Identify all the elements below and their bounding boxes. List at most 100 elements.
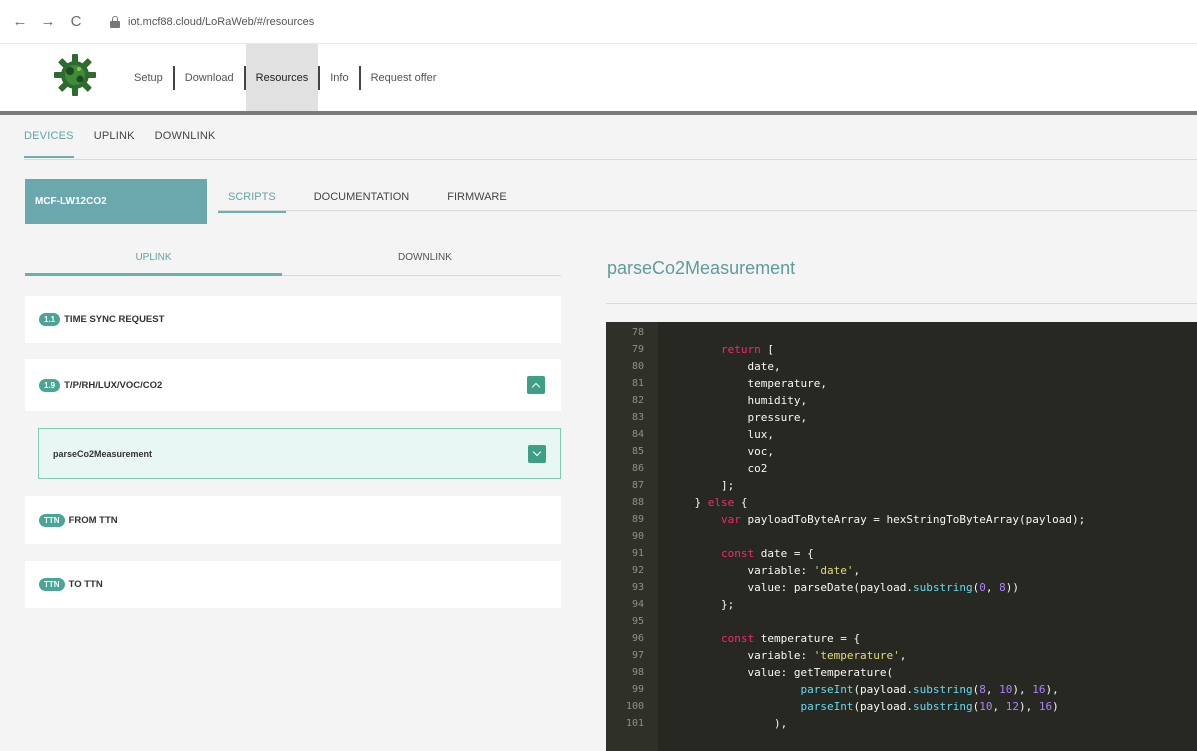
line-number: 99 (631, 684, 644, 695)
code-line: 95 (606, 613, 1197, 630)
code-text: parseInt(payload.substring(10, 12), 16) (800, 700, 1059, 713)
code-line: 88 } else { (606, 494, 1197, 511)
card-from-ttn[interactable]: TTN FROM TTN (25, 496, 561, 544)
card-label: parseCo2Measurement (53, 448, 153, 459)
code-line: 94 }; (606, 596, 1197, 613)
expand-button[interactable] (528, 444, 546, 463)
card-label: TIME SYNC REQUEST (64, 314, 165, 325)
line-number: 95 (631, 616, 644, 627)
line-number: 98 (631, 667, 644, 678)
line-number: 97 (631, 650, 644, 661)
line-number: 88 (631, 497, 644, 508)
code-text: voc, (668, 445, 774, 458)
chevron-up-icon (531, 382, 541, 391)
code-line: 92 variable: 'date', (606, 562, 1197, 579)
tab-devices[interactable]: DEVICES (24, 130, 74, 158)
version-badge: 1.9 (39, 378, 61, 392)
code-line: 87 ]; (606, 477, 1197, 494)
line-number: 93 (631, 582, 644, 593)
code-line: 101 ), (606, 715, 1197, 732)
code-text: var payloadToByteArray = hexStringToByte… (720, 513, 1086, 526)
code-line: 78 (606, 324, 1197, 341)
line-number: 81 (631, 378, 644, 389)
device-selector[interactable]: MCF-LW12CO2 (25, 179, 207, 224)
code-text: const temperature = { (720, 632, 861, 645)
collapse-button[interactable] (527, 376, 545, 394)
line-number: 96 (631, 633, 644, 644)
nav-resources[interactable]: Resources (245, 44, 319, 112)
code-text: ]; (668, 479, 735, 492)
nav-info[interactable]: Info (320, 44, 358, 112)
browser-toolbar: ← → C iot.mcf88.cloud/LoRaWeb/#/resource… (0, 0, 1197, 44)
tab-downlink[interactable]: DOWNLINK (155, 130, 216, 158)
line-number: 92 (631, 565, 644, 576)
card-label: T/P/RH/LUX/VOC/CO2 (64, 379, 163, 391)
address-bar[interactable]: iot.mcf88.cloud/LoRaWeb/#/resources (100, 6, 400, 37)
chevron-down-icon (532, 447, 542, 457)
code-text: return [ (720, 343, 774, 356)
tab-uplink[interactable]: UPLINK (94, 130, 135, 158)
nav-download[interactable]: Download (175, 44, 244, 112)
toggle-downlink[interactable]: DOWNLINK (290, 252, 560, 263)
line-number: 94 (631, 599, 644, 610)
code-line: 81 temperature, (606, 375, 1197, 392)
card-label: FROM TTN (68, 514, 118, 526)
code-line: 90 (606, 528, 1197, 545)
line-number: 87 (631, 480, 644, 491)
line-number: 89 (631, 514, 644, 525)
line-number: 91 (631, 548, 644, 559)
card-time-sync-request[interactable]: 1.1 TIME SYNC REQUEST (25, 296, 561, 343)
card-function[interactable]: parseCo2Measurement (38, 428, 561, 479)
sub-tabs-divider (218, 210, 1197, 211)
code-line: 79 return [ (606, 341, 1197, 358)
code-editor[interactable]: 78 79 return [80 date, 81 temperature, 82 h… (606, 322, 1197, 751)
code-text: temperature, (668, 377, 827, 390)
tabs-divider (24, 159, 1197, 160)
card-label: TO TTN (68, 579, 103, 590)
reload-icon[interactable]: C (66, 12, 86, 32)
gear-logo-icon[interactable] (52, 52, 98, 98)
code-line: 91 const date = { (606, 545, 1197, 562)
line-number: 101 (625, 718, 644, 729)
code-text: value: parseDate(payload.substring(0, 8)… (668, 581, 1020, 594)
top-tabs: DEVICES UPLINK DOWNLINK (24, 130, 236, 158)
code-text: value: getTemperature( (668, 666, 894, 679)
ttn-badge: TTN (39, 513, 65, 527)
code-text: }; (668, 598, 735, 611)
code-line: 100 parseInt(payload.substring(10, 12), … (606, 698, 1197, 715)
function-title: parseCo2Measurement (607, 258, 796, 278)
line-number: 79 (631, 344, 644, 355)
code-text: date, (668, 360, 781, 373)
code-line: 98 value: getTemperature( (606, 664, 1197, 681)
card-to-ttn[interactable]: TTN TO TTN (25, 561, 561, 608)
header-divider (0, 111, 1197, 115)
line-number: 80 (631, 361, 644, 372)
code-line: 82 humidity, (606, 392, 1197, 409)
nav-request-offer[interactable]: Request offer (361, 44, 447, 112)
line-number: 84 (631, 429, 644, 440)
main-nav: Setup Download Resources Info Request of… (124, 44, 446, 112)
forward-icon[interactable]: → (38, 12, 58, 32)
code-text: parseInt(payload.substring(8, 10), 16), (800, 683, 1059, 696)
code-text: const date = { (720, 547, 814, 560)
code-line: 80 date, (606, 358, 1197, 375)
line-number: 90 (631, 531, 644, 542)
line-number: 82 (631, 395, 644, 406)
code-line: 96 const temperature = { (606, 630, 1197, 647)
code-line: 93 value: parseDate(payload.substring(0,… (606, 579, 1197, 596)
card-measurement[interactable]: 1.9 T/P/RH/LUX/VOC/CO2 (25, 359, 561, 411)
code-text: pressure, (668, 411, 808, 424)
toggle-divider (282, 275, 561, 276)
code-text: variable: 'date', (668, 564, 861, 577)
line-number: 85 (631, 446, 644, 457)
code-line: 89 var payloadToByteArray = hexStringToB… (606, 511, 1197, 528)
back-icon[interactable]: ← (10, 12, 30, 32)
toggle-uplink[interactable]: UPLINK (25, 252, 282, 263)
code-line: 86 co2 (606, 460, 1197, 477)
line-number: 100 (625, 701, 644, 712)
toggle-indicator (25, 273, 282, 276)
code-line: 84 lux, (606, 426, 1197, 443)
code-text: } else { (668, 496, 748, 509)
nav-setup[interactable]: Setup (124, 44, 173, 112)
code-text: humidity, (668, 394, 808, 407)
